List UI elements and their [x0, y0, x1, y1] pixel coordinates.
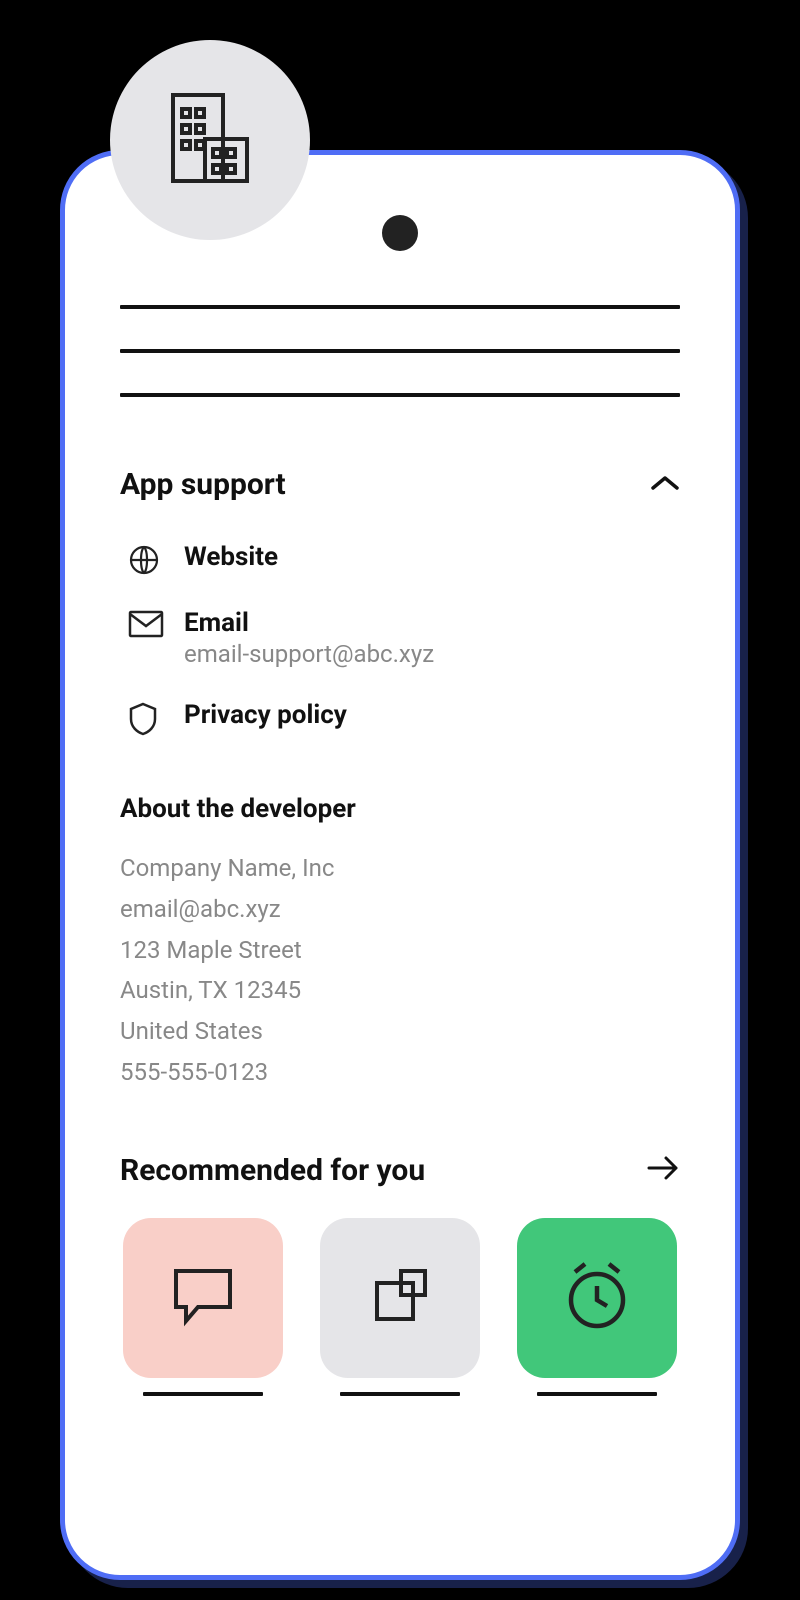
about-developer-text: Company Name, Inc email@abc.xyz 123 Mapl… [120, 848, 680, 1093]
app-icon-copy [320, 1218, 480, 1378]
app-support-list: Website Email email-support@abc.xyz [120, 542, 680, 734]
app-support-header[interactable]: App support [120, 467, 680, 502]
developer-country: United States [120, 1011, 680, 1052]
support-privacy-row[interactable]: Privacy policy [128, 700, 680, 734]
mail-icon [128, 610, 160, 642]
clock-icon [557, 1256, 637, 1340]
chevron-up-icon [650, 474, 680, 496]
app-title-placeholder [143, 1392, 263, 1396]
support-website-row[interactable]: Website [128, 542, 680, 576]
arrow-right-icon [646, 1154, 680, 1186]
recommended-header[interactable]: Recommended for you [120, 1153, 680, 1188]
recommended-app-1[interactable] [120, 1218, 287, 1404]
buildings-icon [155, 83, 265, 197]
support-email-label: Email [184, 608, 434, 638]
recommended-app-3[interactable] [513, 1218, 680, 1404]
developer-email: email@abc.xyz [120, 889, 680, 930]
developer-company: Company Name, Inc [120, 848, 680, 889]
support-email-row[interactable]: Email email-support@abc.xyz [128, 608, 680, 668]
app-title-placeholder [340, 1392, 460, 1396]
recommended-apps [120, 1218, 680, 1404]
app-icon-clock [517, 1218, 677, 1378]
recommended-app-2[interactable] [317, 1218, 484, 1404]
developer-street: 123 Maple Street [120, 930, 680, 971]
screen-content: App support Website [65, 155, 735, 1404]
developer-city: Austin, TX 12345 [120, 970, 680, 1011]
copy-icon [365, 1261, 435, 1335]
phone-frame: App support Website [60, 150, 740, 1580]
camera-notch [382, 215, 418, 251]
support-website-label: Website [184, 542, 278, 572]
globe-icon [128, 544, 160, 576]
developer-phone: 555-555-0123 [120, 1052, 680, 1093]
support-privacy-label: Privacy policy [184, 700, 347, 730]
shield-icon [128, 702, 160, 734]
app-support-title: App support [120, 467, 286, 502]
description-placeholder [120, 305, 680, 397]
chat-icon [168, 1261, 238, 1335]
recommended-title: Recommended for you [120, 1153, 425, 1188]
about-developer-title: About the developer [120, 794, 680, 824]
app-title-placeholder [537, 1392, 657, 1396]
support-email-value: email-support@abc.xyz [184, 640, 434, 668]
company-badge [110, 40, 310, 240]
app-icon-chat [123, 1218, 283, 1378]
